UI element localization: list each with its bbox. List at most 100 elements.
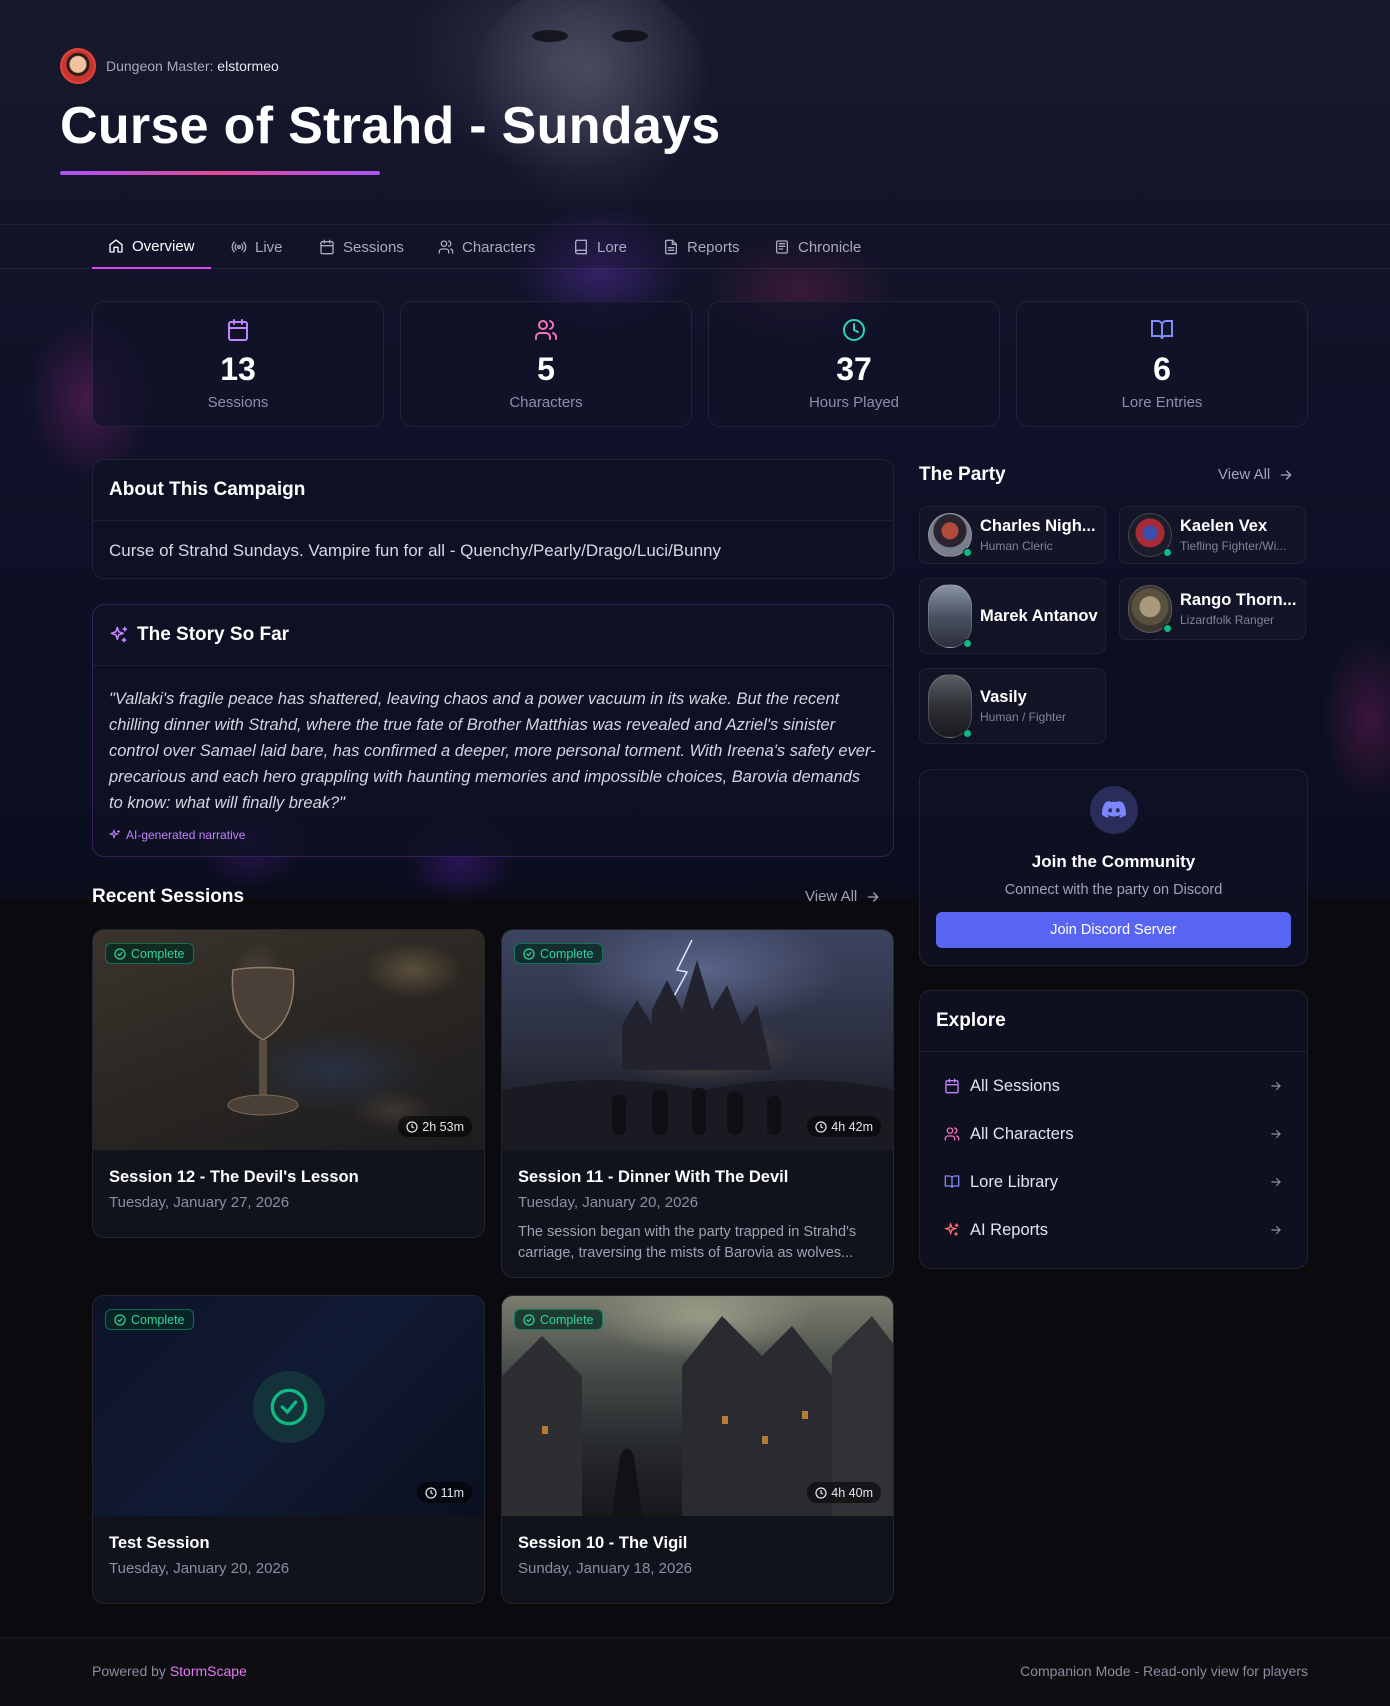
session-date: Sunday, January 18, 2026 xyxy=(518,1560,693,1577)
duration-badge: 11m xyxy=(416,1482,472,1503)
arrow-right-icon xyxy=(867,891,879,902)
powered-by: Powered by StormScape xyxy=(92,1663,247,1679)
tab-characters[interactable]: Characters xyxy=(422,225,551,269)
brand-link[interactable]: StormScape xyxy=(170,1663,247,1679)
clock-icon xyxy=(843,319,865,341)
stat-value: 5 xyxy=(537,351,555,387)
footer: Powered by StormScape Companion Mode - R… xyxy=(0,1637,1390,1706)
tab-lore[interactable]: Lore xyxy=(557,225,643,269)
avatar xyxy=(1128,513,1172,557)
avatar xyxy=(1128,585,1172,633)
party-member-card[interactable]: Kaelen Vex Tiefling Fighter/Wi... xyxy=(1119,506,1306,564)
recent-sessions-title: Recent Sessions xyxy=(92,886,245,907)
online-indicator xyxy=(963,548,972,557)
check-circle-icon xyxy=(523,947,535,960)
status-badge: Complete xyxy=(514,1309,603,1330)
tab-reports[interactable]: Reports xyxy=(647,225,756,269)
users-icon xyxy=(944,1127,960,1141)
party-member-card[interactable]: Vasily Human / Fighter xyxy=(919,668,1106,744)
online-indicator xyxy=(963,639,972,648)
tab-label: Live xyxy=(255,238,283,256)
avatar xyxy=(928,584,972,648)
member-class: Human / Fighter xyxy=(980,710,1067,724)
status-badge: Complete xyxy=(105,943,194,964)
session-title: Session 12 - The Devil's Lesson xyxy=(109,1168,359,1186)
about-text: Curse of Strahd Sundays. Vampire fun for… xyxy=(109,541,721,560)
status-badge: Complete xyxy=(514,943,603,964)
dungeon-master-info: Dungeon Master: elstormeo xyxy=(60,48,279,84)
session-image: Complete 4h 40m xyxy=(502,1296,893,1516)
stat-card-hours: 37 Hours Played xyxy=(708,301,1000,427)
sparkles-icon xyxy=(944,1222,959,1236)
session-date: Tuesday, January 20, 2026 xyxy=(109,1560,290,1577)
calendar-icon xyxy=(320,239,334,255)
member-name: Kaelen Vex xyxy=(1180,517,1268,535)
session-card[interactable]: Complete 4h 40m Session 10 - The Vigil S… xyxy=(501,1295,894,1604)
session-title: Session 10 - The Vigil xyxy=(518,1534,688,1552)
arrow-right-icon xyxy=(1271,1129,1281,1139)
explore-card: Explore All Sessions All Characters Lore… xyxy=(919,990,1308,1269)
explore-item-lore[interactable]: Lore Library xyxy=(920,1158,1307,1206)
tab-live[interactable]: Live xyxy=(215,225,299,269)
community-title: Join the Community xyxy=(1031,852,1196,871)
sessions-view-all-link[interactable]: View All xyxy=(805,888,881,905)
about-title: About This Campaign xyxy=(93,460,893,521)
avatar xyxy=(928,674,972,738)
story-text: "Vallaki's fragile peace has shattered, … xyxy=(109,690,876,812)
stat-card-characters: 5 Characters xyxy=(400,301,692,427)
member-name: Vasily xyxy=(980,688,1027,706)
session-card[interactable]: Complete 11m Test Session Tuesday, Janua… xyxy=(92,1295,485,1604)
page-title: Curse of Strahd - Sundays xyxy=(60,97,721,155)
duration-badge: 2h 53m xyxy=(398,1116,472,1137)
party-member-card[interactable]: Marek Antanov xyxy=(919,578,1106,654)
arrow-right-icon xyxy=(1271,1081,1281,1091)
stat-value: 37 xyxy=(836,351,872,387)
session-title: Session 11 - Dinner With The Devil xyxy=(518,1168,789,1186)
session-date: Tuesday, January 27, 2026 xyxy=(109,1194,290,1211)
explore-item-characters[interactable]: All Characters xyxy=(920,1110,1307,1158)
check-circle-icon xyxy=(114,947,126,960)
book-icon xyxy=(575,239,587,255)
home-icon xyxy=(109,239,123,253)
tab-sessions[interactable]: Sessions xyxy=(303,225,420,269)
stat-label: Characters xyxy=(509,394,583,411)
companion-mode-note: Companion Mode - Read-only view for play… xyxy=(1020,1663,1308,1679)
story-title: The Story So Far xyxy=(137,624,290,645)
clock-icon xyxy=(815,1486,827,1499)
clock-icon xyxy=(406,1120,418,1133)
sparkles-icon xyxy=(110,626,128,643)
session-date: Tuesday, January 20, 2026 xyxy=(518,1194,699,1211)
users-icon xyxy=(535,320,558,340)
tab-label: Chronicle xyxy=(798,238,862,256)
explore-item-sessions[interactable]: All Sessions xyxy=(920,1062,1307,1110)
party-member-card[interactable]: Rango Thorn... Lizardfolk Ranger xyxy=(1119,578,1306,640)
status-badge: Complete xyxy=(105,1309,194,1330)
tab-chronicle[interactable]: Chronicle xyxy=(758,225,877,269)
session-image: Complete 11m xyxy=(93,1296,484,1516)
party-view-all-link[interactable]: View All xyxy=(1218,466,1294,483)
party-member-card[interactable]: Charles Nigh... Human Cleric xyxy=(919,506,1106,564)
session-card[interactable]: Complete 4h 42m Session 11 - Dinner With… xyxy=(501,929,894,1278)
explore-item-reports[interactable]: AI Reports xyxy=(920,1206,1307,1254)
duration-badge: 4h 42m xyxy=(807,1116,881,1137)
avatar[interactable] xyxy=(60,48,96,84)
member-name: Marek Antanov xyxy=(980,606,1098,625)
stat-value: 13 xyxy=(220,351,256,387)
users-icon xyxy=(438,240,454,254)
newspaper-icon xyxy=(776,240,788,254)
sparkles-icon xyxy=(109,829,121,840)
member-name: Charles Nigh... xyxy=(980,517,1096,535)
title-underline xyxy=(60,171,380,175)
dm-label: Dungeon Master: xyxy=(106,58,214,74)
tab-label: Reports xyxy=(687,238,740,256)
discord-icon xyxy=(1089,786,1138,834)
explore-title: Explore xyxy=(920,991,1307,1052)
tab-label: Sessions xyxy=(343,238,404,256)
calendar-icon xyxy=(945,1078,959,1094)
tab-overview[interactable]: Overview xyxy=(92,225,211,269)
session-description: The session began with the party trapped… xyxy=(518,1224,857,1261)
join-discord-button[interactable]: Join Discord Server xyxy=(936,912,1291,948)
member-name: Rango Thorn... xyxy=(1180,591,1297,609)
session-card[interactable]: Complete 2h 53m Session 12 - The Devil's… xyxy=(92,929,485,1238)
dm-name[interactable]: elstormeo xyxy=(217,58,278,74)
